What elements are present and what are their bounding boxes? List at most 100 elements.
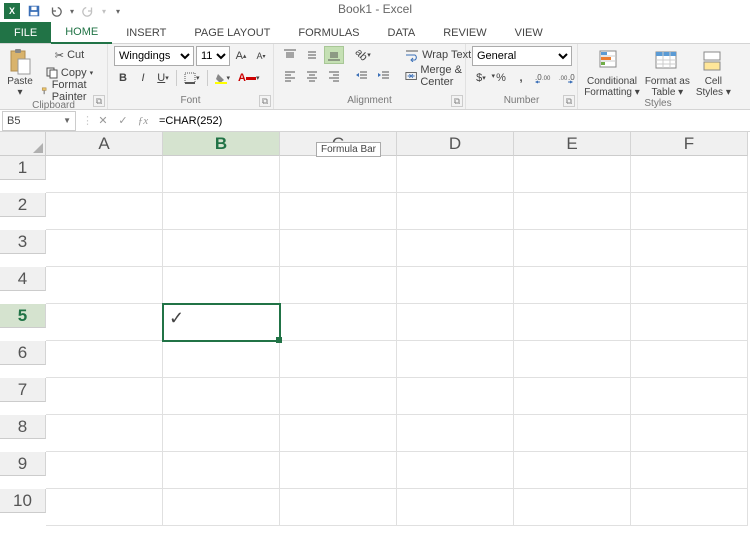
row-header[interactable]: 9	[0, 452, 46, 476]
tab-data[interactable]: DATA	[374, 22, 430, 43]
cell[interactable]	[280, 415, 397, 452]
cell[interactable]	[514, 415, 631, 452]
row-header[interactable]: 4	[0, 267, 46, 291]
cell[interactable]	[514, 452, 631, 489]
row-header[interactable]: 5	[0, 304, 46, 328]
cell[interactable]	[514, 304, 631, 341]
cell[interactable]	[397, 378, 514, 415]
tab-file[interactable]: FILE	[0, 22, 51, 43]
enter-formula-icon[interactable]: ✓	[113, 111, 133, 131]
font-size-combo[interactable]: 11	[196, 46, 230, 66]
accounting-format-icon[interactable]: $▾	[472, 69, 490, 87]
increase-decimal-icon[interactable]: .0.00	[532, 69, 554, 87]
cell[interactable]	[163, 267, 280, 304]
format-as-table-button[interactable]: Format asTable ▾	[644, 46, 691, 98]
cell[interactable]	[631, 378, 748, 415]
cell[interactable]	[46, 378, 163, 415]
tab-review[interactable]: REVIEW	[429, 22, 500, 43]
cell[interactable]	[46, 489, 163, 526]
column-header[interactable]: E	[514, 132, 631, 156]
conditional-formatting-button[interactable]: ConditionalFormatting ▾	[584, 46, 640, 98]
cell[interactable]	[631, 267, 748, 304]
cell[interactable]	[280, 193, 397, 230]
redo-icon[interactable]	[80, 3, 96, 19]
cell[interactable]	[46, 193, 163, 230]
cell[interactable]	[163, 230, 280, 267]
cell[interactable]	[46, 230, 163, 267]
cell[interactable]	[631, 489, 748, 526]
cell[interactable]	[631, 304, 748, 341]
decrease-decimal-icon[interactable]: .00.0	[556, 69, 578, 87]
cell[interactable]	[163, 489, 280, 526]
column-header[interactable]: F	[631, 132, 748, 156]
cell[interactable]	[397, 415, 514, 452]
cell[interactable]	[46, 267, 163, 304]
cell[interactable]	[397, 452, 514, 489]
cell[interactable]	[631, 193, 748, 230]
cell[interactable]	[163, 156, 280, 193]
cell[interactable]	[397, 156, 514, 193]
cell[interactable]	[163, 415, 280, 452]
cell[interactable]	[163, 341, 280, 378]
cell[interactable]	[514, 341, 631, 378]
cell[interactable]	[514, 489, 631, 526]
cell[interactable]	[397, 267, 514, 304]
number-format-combo[interactable]: General	[472, 46, 572, 66]
cell[interactable]	[280, 230, 397, 267]
cell[interactable]	[514, 156, 631, 193]
clipboard-launcher-icon[interactable]: ⧉	[93, 95, 105, 107]
tab-home[interactable]: HOME	[51, 22, 112, 44]
decrease-font-icon[interactable]: A▾	[252, 47, 270, 65]
row-header[interactable]: 2	[0, 193, 46, 217]
cell[interactable]	[397, 304, 514, 341]
cell[interactable]	[397, 489, 514, 526]
qat-customize-icon[interactable]: ▾	[116, 7, 120, 16]
align-right-icon[interactable]	[324, 67, 344, 85]
font-launcher-icon[interactable]: ⧉	[259, 95, 271, 107]
cell[interactable]	[46, 452, 163, 489]
column-header[interactable]: A	[46, 132, 163, 156]
cell[interactable]	[397, 230, 514, 267]
undo-icon[interactable]	[48, 3, 64, 19]
increase-font-icon[interactable]: A▴	[232, 47, 250, 65]
cell[interactable]	[280, 304, 397, 341]
row-header[interactable]: 10	[0, 489, 46, 513]
cell[interactable]	[280, 378, 397, 415]
row-header[interactable]: 8	[0, 415, 46, 439]
cell[interactable]	[280, 341, 397, 378]
insert-function-icon[interactable]: ƒx	[133, 111, 153, 131]
italic-button[interactable]: I	[134, 69, 152, 87]
cell[interactable]	[397, 341, 514, 378]
cell[interactable]: ✓	[163, 304, 280, 341]
cell-styles-button[interactable]: CellStyles ▾	[695, 46, 732, 98]
cell[interactable]	[631, 452, 748, 489]
tab-page-layout[interactable]: PAGE LAYOUT	[180, 22, 284, 43]
cell[interactable]	[631, 415, 748, 452]
row-header[interactable]: 1	[0, 156, 46, 180]
align-bottom-icon[interactable]	[324, 46, 344, 64]
font-name-combo[interactable]: Wingdings	[114, 46, 194, 66]
select-all-corner[interactable]	[0, 132, 46, 156]
align-top-icon[interactable]	[280, 46, 300, 64]
align-center-icon[interactable]	[302, 67, 322, 85]
cell[interactable]	[163, 378, 280, 415]
cell[interactable]	[163, 452, 280, 489]
cell[interactable]	[280, 156, 397, 193]
namebox-dropdown-icon[interactable]: ▼	[63, 116, 71, 125]
cell[interactable]	[280, 489, 397, 526]
cell[interactable]	[631, 341, 748, 378]
decrease-indent-icon[interactable]	[352, 67, 372, 85]
tab-view[interactable]: VIEW	[501, 22, 557, 43]
cell[interactable]	[163, 193, 280, 230]
row-header[interactable]: 7	[0, 378, 46, 402]
bold-button[interactable]: B	[114, 69, 132, 87]
undo-dropdown-icon[interactable]: ▾	[70, 7, 74, 16]
cell[interactable]	[46, 415, 163, 452]
cell[interactable]	[397, 193, 514, 230]
formula-input[interactable]	[153, 115, 750, 127]
column-header[interactable]: D	[397, 132, 514, 156]
alignment-launcher-icon[interactable]: ⧉	[451, 95, 463, 107]
comma-format-icon[interactable]: ,	[512, 69, 530, 87]
fill-color-button[interactable]: ▾	[212, 69, 234, 87]
tab-formulas[interactable]: FORMULAS	[284, 22, 373, 43]
